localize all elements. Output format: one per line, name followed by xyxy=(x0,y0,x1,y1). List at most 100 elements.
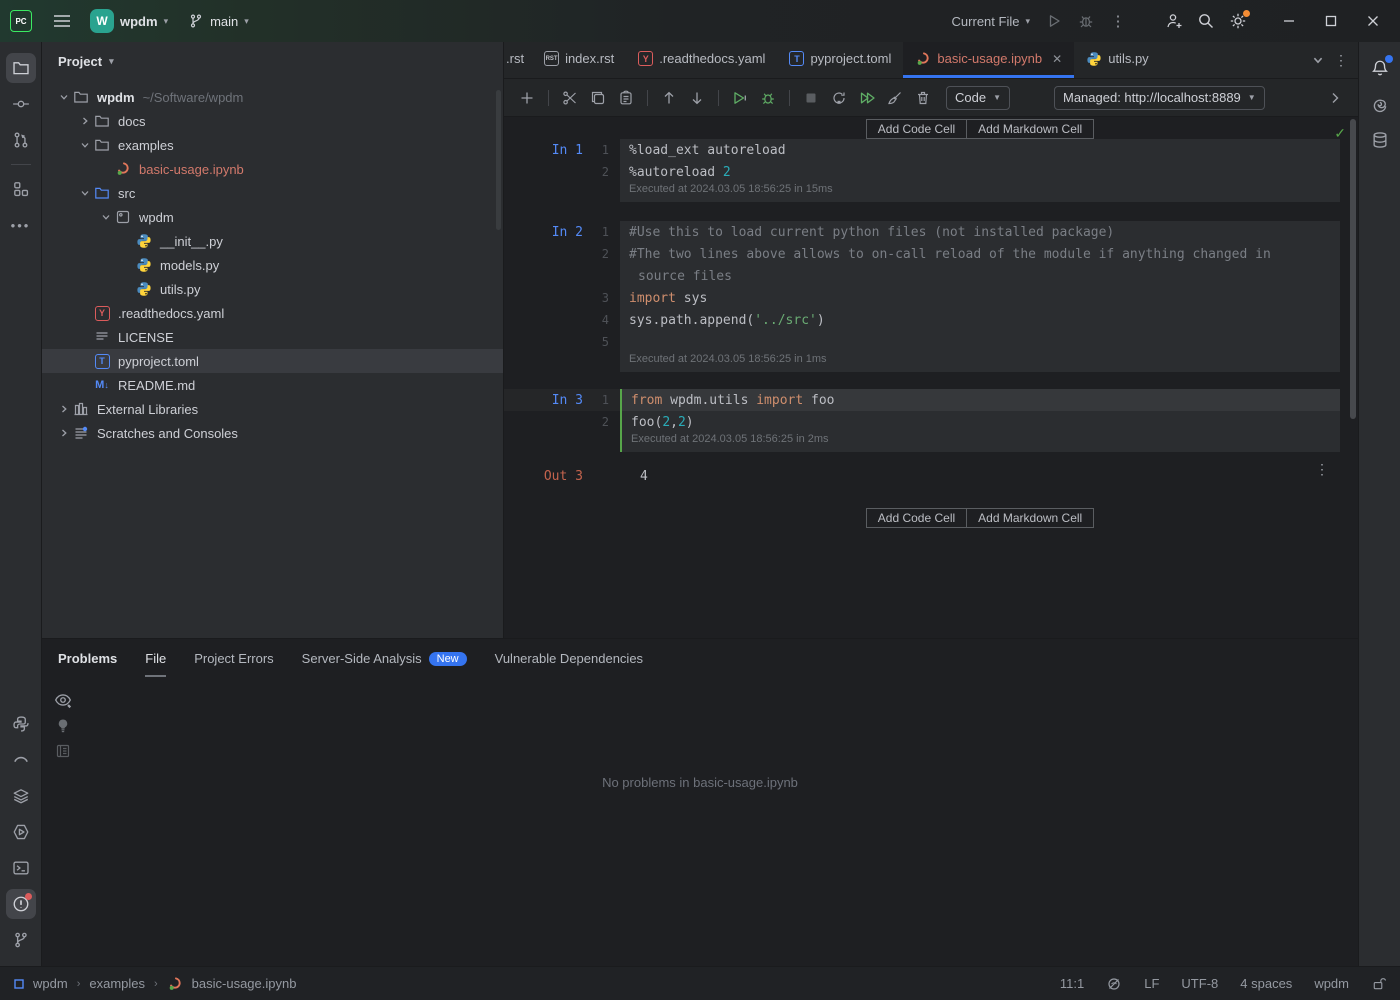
tab-basic-usage-ipynb[interactable]: basic-usage.ipynb✕ xyxy=(903,42,1074,78)
minimize-button[interactable] xyxy=(1272,6,1306,36)
tree-item-basic-usage-ipynb[interactable]: basic-usage.ipynb xyxy=(42,157,503,181)
chevron-down-icon[interactable] xyxy=(77,140,93,150)
git-tool-button[interactable] xyxy=(6,925,36,955)
more-tool-windows-button[interactable]: ••• xyxy=(6,210,36,240)
breadcrumb-item[interactable]: basic-usage.ipynb xyxy=(192,976,297,991)
notifications-button[interactable] xyxy=(1365,53,1395,83)
line-ending-selector[interactable]: LF xyxy=(1144,976,1159,991)
copy-cell-button[interactable] xyxy=(585,85,611,111)
run-config-selector[interactable]: Current File ▾ xyxy=(946,14,1036,29)
notebook-editor[interactable]: ✓ Add Code Cell Add Markdown Cell In 112… xyxy=(504,117,1358,638)
tree-item--init-py[interactable]: __init__.py xyxy=(42,229,503,253)
add-code-cell-button[interactable]: Add Code Cell xyxy=(866,119,967,139)
problems-tool-button[interactable] xyxy=(6,889,36,919)
tab-index-rst[interactable]: RSTindex.rst xyxy=(532,42,626,78)
tree-item-utils-py[interactable]: utils.py xyxy=(42,277,503,301)
add-markdown-cell-button[interactable]: Add Markdown Cell xyxy=(967,119,1094,139)
indent-selector[interactable]: 4 spaces xyxy=(1240,976,1292,991)
terminal-tool-button[interactable] xyxy=(6,853,36,883)
chevron-right-icon[interactable] xyxy=(56,428,72,438)
commit-tool-button[interactable] xyxy=(6,89,36,119)
encoding-selector[interactable]: UTF-8 xyxy=(1181,976,1218,991)
notebook-cell-2[interactable]: In 212345#Use this to load current pytho… xyxy=(504,221,1358,372)
run-button[interactable] xyxy=(1040,7,1068,35)
output-kebab-icon[interactable]: ⋮ xyxy=(1315,462,1330,478)
interpreter-selector[interactable]: wpdm xyxy=(1314,976,1349,991)
toolbar-overflow-button[interactable] xyxy=(1322,85,1348,111)
tab--rst[interactable]: .rst xyxy=(504,42,532,78)
code-line[interactable]: #Use this to load current python files (… xyxy=(620,221,1340,243)
tree-item-wpdm[interactable]: wpdm xyxy=(42,205,503,229)
chevron-right-icon[interactable] xyxy=(56,404,72,414)
more-actions-button[interactable]: ⋮ xyxy=(1104,7,1132,35)
chevron-right-icon[interactable] xyxy=(77,116,93,126)
run-tool-button[interactable] xyxy=(6,817,36,847)
tab-pyproject-toml[interactable]: Tpyproject.toml xyxy=(777,42,903,78)
code-line[interactable]: foo(2,2) xyxy=(622,411,1340,433)
code-line[interactable]: sys.path.append('../src') xyxy=(620,309,1340,331)
problems-tab-server-side-analysis[interactable]: Server-Side AnalysisNew xyxy=(302,651,467,677)
tree-item-models-py[interactable]: models.py xyxy=(42,253,503,277)
breadcrumb-item[interactable]: examples xyxy=(89,976,145,991)
code-with-me-button[interactable] xyxy=(1160,7,1188,35)
breadcrumb[interactable]: wpdm › examples › basic-usage.ipynb xyxy=(14,976,296,992)
services-tool-button[interactable] xyxy=(6,781,36,811)
run-cell-button[interactable] xyxy=(727,85,753,111)
code-line[interactable]: from wpdm.utils import foo xyxy=(622,389,1340,411)
tree-item-docs[interactable]: docs xyxy=(42,109,503,133)
tree-item-scratches-and-consoles[interactable]: Scratches and Consoles xyxy=(42,421,503,445)
ai-assistant-button[interactable] xyxy=(1365,89,1395,119)
settings-button[interactable] xyxy=(1224,7,1252,35)
close-button[interactable] xyxy=(1356,6,1390,36)
debug-cell-button[interactable] xyxy=(755,85,781,111)
problems-tab-project-errors[interactable]: Project Errors xyxy=(194,651,273,677)
tree-item-external-libraries[interactable]: External Libraries xyxy=(42,397,503,421)
paste-cell-button[interactable] xyxy=(613,85,639,111)
jupyter-server-dropdown[interactable]: Managed: http://localhost:8889 ▼ xyxy=(1054,86,1265,110)
close-tab-icon[interactable]: ✕ xyxy=(1052,52,1062,66)
clear-outputs-button[interactable] xyxy=(882,85,908,111)
view-options-icon[interactable] xyxy=(54,691,72,709)
code-line[interactable]: source files xyxy=(620,265,1340,287)
move-cell-up-button[interactable] xyxy=(656,85,682,111)
inspections-off-icon[interactable] xyxy=(1106,976,1122,992)
database-button[interactable] xyxy=(1365,125,1395,155)
tree-item-pyproject-toml[interactable]: Tpyproject.toml xyxy=(42,349,503,373)
move-cell-down-button[interactable] xyxy=(684,85,710,111)
chevron-down-icon[interactable] xyxy=(98,212,114,222)
add-cell-button[interactable] xyxy=(514,85,540,111)
project-panel-header[interactable]: Project ▾ xyxy=(42,42,503,75)
main-menu-button[interactable] xyxy=(48,7,76,35)
tree-item--readthedocs-yaml[interactable]: Y.readthedocs.yaml xyxy=(42,301,503,325)
notebook-cell-3[interactable]: In 312from wpdm.utils import foofoo(2,2)… xyxy=(504,389,1358,452)
code-line[interactable]: %autoreload 2 xyxy=(620,161,1340,183)
restart-kernel-button[interactable] xyxy=(826,85,852,111)
tab--readthedocs-yaml[interactable]: Y.readthedocs.yaml xyxy=(626,42,777,78)
chevron-down-icon[interactable] xyxy=(56,92,72,102)
code-line[interactable]: %load_ext autoreload xyxy=(620,139,1340,161)
problems-tab-vulnerable-dependencies[interactable]: Vulnerable Dependencies xyxy=(495,651,643,677)
stop-kernel-button[interactable] xyxy=(798,85,824,111)
maximize-button[interactable] xyxy=(1314,6,1348,36)
tab-utils-py[interactable]: utils.py xyxy=(1074,42,1160,78)
notebook-cell-1[interactable]: In 112%load_ext autoreload%autoreload 2E… xyxy=(504,139,1358,202)
tree-item-src[interactable]: src xyxy=(42,181,503,205)
breadcrumb-item[interactable]: wpdm xyxy=(33,976,68,991)
caret-position[interactable]: 11:1 xyxy=(1060,976,1084,991)
cut-cell-button[interactable] xyxy=(557,85,583,111)
tab-options-kebab-icon[interactable]: ⋮ xyxy=(1334,52,1348,69)
lock-icon[interactable] xyxy=(1371,976,1386,991)
run-all-cells-button[interactable] xyxy=(854,85,880,111)
quick-fix-bulb-icon[interactable] xyxy=(55,718,71,734)
add-markdown-cell-button[interactable]: Add Markdown Cell xyxy=(967,508,1094,528)
tree-item-license[interactable]: LICENSE xyxy=(42,325,503,349)
project-scrollbar[interactable] xyxy=(496,90,501,230)
preview-source-icon[interactable] xyxy=(55,743,71,759)
code-line[interactable] xyxy=(620,331,1340,353)
tree-item-readme-md[interactable]: M↓README.md xyxy=(42,373,503,397)
structure-tool-button[interactable] xyxy=(6,174,36,204)
add-code-cell-button[interactable]: Add Code Cell xyxy=(866,508,967,528)
pull-requests-tool-button[interactable] xyxy=(6,125,36,155)
notebook-scrollbar[interactable] xyxy=(1350,119,1356,419)
tree-item-examples[interactable]: examples xyxy=(42,133,503,157)
